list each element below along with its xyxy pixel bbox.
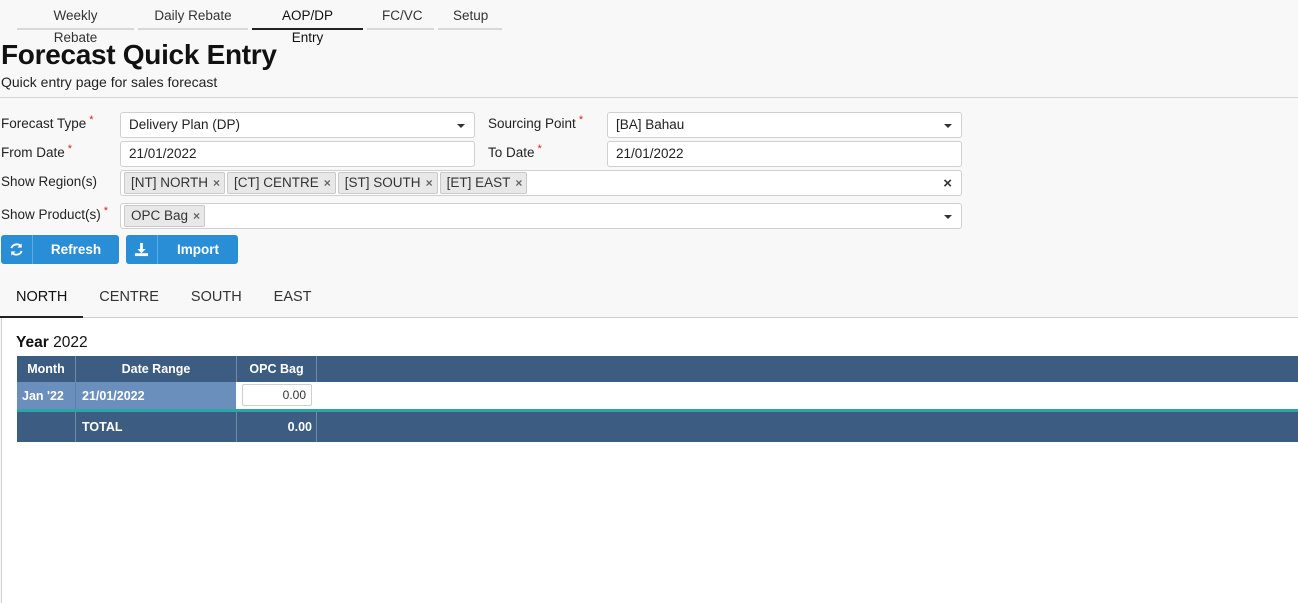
region-chip-east: [ET] EAST × — [439, 172, 528, 194]
regions-label: Show Region(s) — [1, 174, 98, 189]
header-divider — [0, 97, 1298, 98]
import-button[interactable]: Import — [126, 235, 238, 264]
column-header-month: Month — [27, 362, 65, 376]
required-mark: * — [103, 205, 109, 217]
opc-bag-input[interactable]: 0.00 — [242, 384, 312, 406]
to-date-label: To Date * — [488, 143, 542, 160]
required-mark: * — [67, 143, 73, 155]
sourcing-point-value: [BA] Bahau — [616, 117, 685, 132]
sourcing-point-select[interactable]: [BA] Bahau — [607, 112, 962, 138]
total-row: TOTAL 0.00 — [17, 412, 1298, 442]
tab-daily-rebate[interactable]: Daily Rebate — [138, 5, 248, 30]
column-header-date-range: Date Range — [121, 362, 191, 376]
remove-icon[interactable]: × — [213, 173, 220, 193]
products-multiselect[interactable]: OPC Bag × — [120, 203, 962, 229]
year-heading: Year 2022 — [16, 334, 88, 351]
remove-icon[interactable]: × — [515, 173, 522, 193]
to-date-input[interactable]: 21/01/2022 — [607, 141, 962, 167]
clear-all-icon[interactable]: × — [943, 172, 952, 196]
table-row: Jan '22 21/01/2022 0.00 — [17, 382, 1298, 409]
total-value: 0.00 — [287, 420, 312, 434]
region-tabs: NORTH CENTRE SOUTH EAST — [0, 282, 1298, 318]
forecast-type-label: Forecast Type * — [1, 114, 94, 131]
tab-weekly-rebate[interactable]: Weekly Rebate — [17, 5, 134, 45]
from-date-label: From Date * — [1, 143, 73, 160]
sourcing-point-label: Sourcing Point * — [488, 114, 584, 131]
download-icon — [126, 235, 158, 264]
row-date-range: 21/01/2022 — [76, 382, 236, 409]
forecast-type-value: Delivery Plan (DP) — [129, 117, 241, 132]
required-mark: * — [537, 143, 542, 155]
to-date-value: 21/01/2022 — [616, 146, 684, 161]
products-label: Show Product(s) * — [1, 205, 109, 222]
required-mark: * — [578, 114, 584, 126]
column-header-opc-bag: OPC Bag — [249, 362, 304, 376]
region-chip-north: [NT] NORTH × — [124, 172, 226, 194]
region-chip-south: [ST] SOUTH × — [337, 172, 438, 194]
grid-header: Month Date Range OPC Bag — [17, 356, 1298, 382]
chevron-down-icon — [944, 124, 952, 128]
top-nav: Weekly Rebate Daily Rebate AOP/DP Entry … — [17, 5, 506, 45]
tab-centre[interactable]: CENTRE — [83, 282, 175, 317]
total-label: TOTAL — [82, 420, 123, 434]
tab-fc-vc[interactable]: FC/VC — [367, 5, 434, 30]
chevron-down-icon — [944, 215, 952, 219]
page-title: Forecast Quick Entry — [1, 39, 277, 70]
regions-multiselect[interactable]: [NT] NORTH × [CT] CENTRE × [ST] SOUTH × [ET… — [120, 170, 962, 196]
product-chip-opc-bag: OPC Bag × — [124, 205, 206, 227]
tab-south[interactable]: SOUTH — [175, 282, 258, 317]
chevron-down-icon — [457, 124, 465, 128]
remove-icon[interactable]: × — [193, 206, 200, 226]
refresh-icon — [1, 235, 33, 264]
page-subtitle: Quick entry page for sales forecast — [1, 74, 218, 90]
remove-icon[interactable]: × — [324, 173, 331, 193]
required-mark: * — [89, 114, 94, 126]
tab-east[interactable]: EAST — [258, 282, 328, 317]
from-date-value: 21/01/2022 — [129, 146, 197, 161]
tab-setup[interactable]: Setup — [438, 5, 502, 30]
region-chip-centre: [CT] CENTRE × — [227, 172, 336, 194]
forecast-type-select[interactable]: Delivery Plan (DP) — [120, 112, 475, 138]
forecast-grid: Month Date Range OPC Bag Jan '22 21/01/2… — [17, 356, 1298, 442]
refresh-button[interactable]: Refresh — [1, 235, 119, 264]
remove-icon[interactable]: × — [426, 173, 433, 193]
from-date-input[interactable]: 21/01/2022 — [120, 141, 475, 167]
row-month: Jan '22 — [17, 382, 75, 409]
tab-north[interactable]: NORTH — [0, 282, 84, 318]
tab-aop-dp-entry[interactable]: AOP/DP Entry — [252, 5, 363, 45]
